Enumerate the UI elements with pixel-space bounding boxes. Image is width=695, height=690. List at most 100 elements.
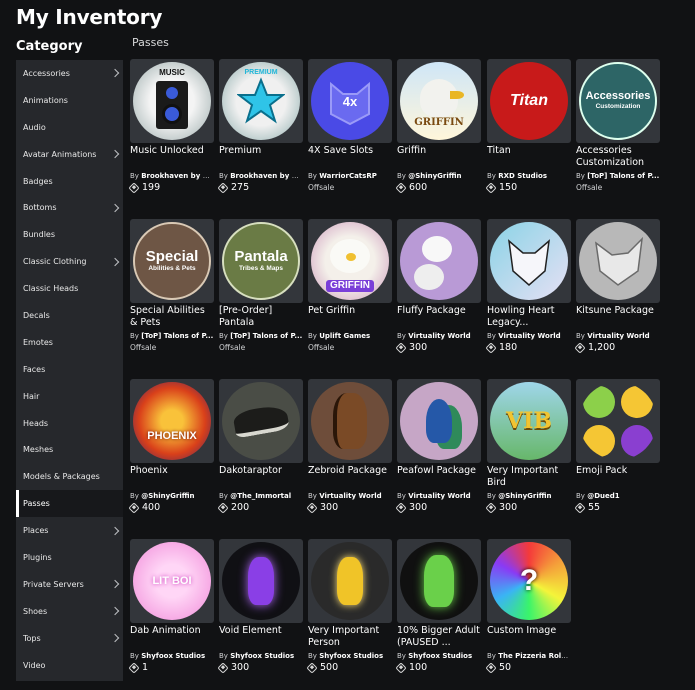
item-thumbnail[interactable]	[576, 219, 660, 303]
item-creator[interactable]: By [ToP] Talons of P...	[130, 331, 214, 341]
item-card[interactable]: 10% Bigger Adult (PAUSED ... By Shyfoox S…	[395, 539, 481, 674]
item-thumbnail[interactable]	[219, 539, 303, 623]
item-card[interactable]: Peafowl Package By Virtuality World 300	[395, 379, 481, 514]
item-name[interactable]: Accessories Customization	[576, 145, 660, 169]
sidebar-item-models-packages[interactable]: Models & Packages	[16, 463, 123, 490]
item-card[interactable]: ? Custom Image By The Pizzeria Role... 50	[485, 539, 571, 674]
item-name[interactable]: 4X Save Slots	[308, 145, 392, 169]
item-card[interactable]: Titan Titan By RXD Studios 150	[485, 59, 571, 194]
sidebar-item-audio[interactable]: Audio	[16, 114, 123, 141]
item-creator[interactable]: By Virtuality World	[308, 491, 392, 501]
sidebar-item-accessories[interactable]: Accessories	[16, 60, 123, 87]
item-name[interactable]: Void Element	[219, 625, 303, 649]
item-thumbnail[interactable]	[397, 379, 481, 463]
item-card[interactable]: Accessories Customization Accessories Cus…	[576, 59, 660, 192]
item-thumbnail[interactable]	[219, 379, 303, 463]
item-thumbnail[interactable]: Accessories Customization	[576, 59, 660, 143]
sidebar-item-places[interactable]: Places	[16, 517, 123, 544]
item-card[interactable]: Fluffy Package By Virtuality World 300	[395, 219, 481, 354]
item-thumbnail[interactable]: Pantala Tribes & Maps	[219, 219, 303, 303]
item-card[interactable]: LIT BOI Dab Animation By Shyfoox Studios 1	[128, 539, 214, 674]
item-thumbnail[interactable]: LIT BOI	[130, 539, 214, 623]
sidebar-item-shoes[interactable]: Shoes	[16, 598, 123, 625]
item-creator[interactable]: By [ToP] Talons of P...	[576, 171, 660, 181]
item-creator[interactable]: By Virtuality World	[576, 331, 660, 341]
item-card[interactable]: PREMIUM Premium By Brookhaven by V... 275	[217, 59, 303, 194]
item-thumbnail[interactable]	[308, 379, 392, 463]
item-card[interactable]: Very Important Person By Shyfoox Studios 5…	[306, 539, 392, 674]
item-thumbnail[interactable]	[576, 379, 660, 463]
item-thumbnail[interactable]: PREMIUM	[219, 59, 303, 143]
item-thumbnail[interactable]	[397, 219, 481, 303]
item-thumbnail[interactable]	[308, 539, 392, 623]
item-card[interactable]: GRIFFIN Griffin By @ShinyGriffin 600	[395, 59, 481, 194]
item-creator[interactable]: By Shyfoox Studios	[308, 651, 392, 661]
item-creator[interactable]: By Brookhaven by V...	[219, 171, 303, 181]
item-card[interactable]: Kitsune Package By Virtuality World 1,200	[574, 219, 660, 354]
item-thumbnail[interactable]: Special Abilities & Pets	[130, 219, 214, 303]
sidebar-item-bottoms[interactable]: Bottoms	[16, 194, 123, 221]
item-creator[interactable]: By @The_Immortal	[219, 491, 303, 501]
item-name[interactable]: Emoji Pack	[576, 465, 660, 489]
item-name[interactable]: Custom Image	[487, 625, 571, 649]
item-thumbnail[interactable]: MUSIC	[130, 59, 214, 143]
item-thumbnail[interactable]	[487, 219, 571, 303]
sidebar-item-passes[interactable]: Passes	[16, 490, 123, 518]
sidebar-item-classic-clothing[interactable]: Classic Clothing	[16, 248, 123, 275]
item-creator[interactable]: By Brookhaven by V...	[130, 171, 214, 181]
sidebar-item-faces[interactable]: Faces	[16, 356, 123, 383]
sidebar-item-heads[interactable]: Heads	[16, 410, 123, 437]
item-name[interactable]: [Pre-Order] Pantala	[219, 305, 303, 329]
item-creator[interactable]: By RXD Studios	[487, 171, 571, 181]
item-name[interactable]: Dab Animation	[130, 625, 214, 649]
item-name[interactable]: Fluffy Package	[397, 305, 481, 329]
sidebar-item-badges[interactable]: Badges	[16, 168, 123, 195]
item-thumbnail[interactable]: GRIFFIN	[308, 219, 392, 303]
sidebar-item-meshes[interactable]: Meshes	[16, 436, 123, 463]
item-creator[interactable]: By @ShinyGriffin	[130, 491, 214, 501]
item-name[interactable]: Phoenix	[130, 465, 214, 489]
sidebar-item-avatar-animations[interactable]: Avatar Animations	[16, 141, 123, 168]
item-thumbnail[interactable]	[397, 539, 481, 623]
item-name[interactable]: 10% Bigger Adult (PAUSED ...	[397, 625, 481, 649]
item-thumbnail[interactable]: GRIFFIN	[397, 59, 481, 143]
item-creator[interactable]: By [ToP] Talons of P...	[219, 331, 303, 341]
item-creator[interactable]: By Shyfoox Studios	[130, 651, 214, 661]
sidebar-item-private-servers[interactable]: Private Servers	[16, 571, 123, 598]
item-creator[interactable]: By The Pizzeria Role...	[487, 651, 571, 661]
sidebar-item-emotes[interactable]: Emotes	[16, 329, 123, 356]
item-name[interactable]: Special Abilities & Pets	[130, 305, 214, 329]
item-card[interactable]: Special Abilities & Pets Special Abilitie…	[130, 219, 214, 352]
item-name[interactable]: Very Important Person	[308, 625, 392, 649]
item-thumbnail[interactable]: VIB	[487, 379, 571, 463]
item-creator[interactable]: By WarriorCatsRP	[308, 171, 392, 181]
item-name[interactable]: Titan	[487, 145, 571, 169]
item-creator[interactable]: By @Dued1	[576, 491, 660, 501]
item-card[interactable]: Dakotaraptor By @The_Immortal 200	[217, 379, 303, 514]
item-card[interactable]: MUSIC Music Unlocked By Brookhaven by V..…	[128, 59, 214, 194]
item-thumbnail[interactable]: ?	[487, 539, 571, 623]
item-card[interactable]: Howling Heart Legacy... By Virtuality Wor…	[485, 219, 571, 354]
item-name[interactable]: Very Important Bird	[487, 465, 571, 489]
item-creator[interactable]: By Shyfoox Studios	[219, 651, 303, 661]
item-creator[interactable]: By @ShinyGriffin	[487, 491, 571, 501]
item-card[interactable]: VIB Very Important Bird By @ShinyGriffin 30…	[485, 379, 571, 514]
item-creator[interactable]: By Virtuality World	[397, 331, 481, 341]
item-name[interactable]: Kitsune Package	[576, 305, 660, 329]
item-name[interactable]: Pet Griffin	[308, 305, 392, 329]
item-creator[interactable]: By @ShinyGriffin	[397, 171, 481, 181]
item-creator[interactable]: By Virtuality World	[487, 331, 571, 341]
item-name[interactable]: Howling Heart Legacy...	[487, 305, 571, 329]
item-card[interactable]: 4x 4X Save Slots By WarriorCatsRP Offsale	[308, 59, 392, 192]
item-thumbnail[interactable]: PHOENIX	[130, 379, 214, 463]
item-card[interactable]: Void Element By Shyfoox Studios 300	[217, 539, 303, 674]
sidebar-item-hair[interactable]: Hair	[16, 383, 123, 410]
item-name[interactable]: Griffin	[397, 145, 481, 169]
item-name[interactable]: Premium	[219, 145, 303, 169]
sidebar-item-classic-heads[interactable]: Classic Heads	[16, 275, 123, 302]
sidebar-item-plugins[interactable]: Plugins	[16, 544, 123, 571]
item-card[interactable]: GRIFFIN Pet Griffin By Uplift Games Offsale	[308, 219, 392, 352]
item-card[interactable]: Zebroid Package By Virtuality World 300	[306, 379, 392, 514]
item-creator[interactable]: By Uplift Games	[308, 331, 392, 341]
sidebar-item-decals[interactable]: Decals	[16, 302, 123, 329]
